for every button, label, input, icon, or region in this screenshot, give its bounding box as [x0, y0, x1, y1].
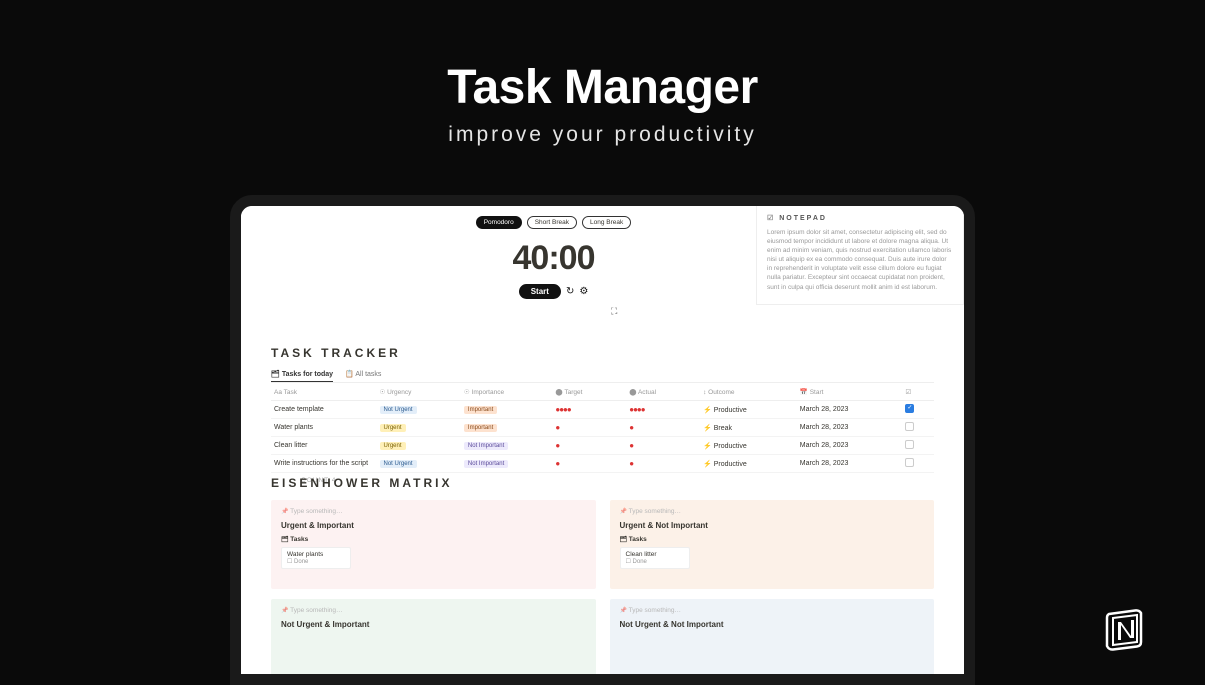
quadrant-placeholder[interactable]: Type something…: [281, 508, 586, 515]
task-tracker-section: TASK TRACKER 🗂 Tasks for today 📋 All tas…: [271, 346, 934, 484]
quadrant-placeholder[interactable]: Type something…: [620, 508, 925, 515]
cell-task[interactable]: Water plants: [271, 419, 377, 437]
urgency-pill[interactable]: Not Urgent: [380, 460, 417, 468]
cell-actual[interactable]: ●: [626, 419, 700, 437]
col-target[interactable]: ⬤ Target: [552, 384, 626, 401]
table-row[interactable]: Water plantsUrgentImportant●●⚡ BreakMarc…: [271, 419, 934, 437]
tracker-title: TASK TRACKER: [271, 346, 934, 360]
page-subtitle: improve your productivity: [0, 123, 1205, 147]
done-checkbox[interactable]: [905, 404, 914, 413]
cell-outcome[interactable]: ⚡ Break: [700, 419, 797, 437]
urgency-pill[interactable]: Not Urgent: [380, 406, 417, 414]
reset-icon[interactable]: ↻: [566, 286, 574, 297]
cell-actual[interactable]: ●: [626, 455, 700, 473]
cell-task[interactable]: Clean litter: [271, 437, 377, 455]
quadrant-title: Not Urgent & Important: [281, 620, 586, 629]
expand-icon[interactable]: ⛶: [611, 306, 617, 317]
done-checkbox[interactable]: [905, 458, 914, 467]
gear-icon[interactable]: ⚙: [579, 286, 588, 297]
col-importance[interactable]: ☉ Importance: [461, 384, 552, 401]
cell-task[interactable]: Create template: [271, 401, 377, 419]
quadrant-tasks-label[interactable]: Tasks: [281, 536, 586, 543]
eisenhower-quadrant[interactable]: Type something… Not Urgent & Important: [271, 599, 596, 679]
cell-outcome[interactable]: ⚡ Productive: [700, 455, 797, 473]
importance-pill[interactable]: Important: [464, 406, 497, 414]
quadrant-title: Urgent & Not Important: [620, 521, 925, 530]
card-done-label[interactable]: Done: [287, 558, 345, 565]
urgency-pill[interactable]: Urgent: [380, 442, 406, 450]
importance-pill[interactable]: Not Important: [464, 442, 508, 450]
cell-target[interactable]: ●●●●: [552, 401, 626, 419]
eisenhower-quadrant[interactable]: Type something… Urgent & Important Tasks Wa…: [271, 500, 596, 589]
task-card[interactable]: Clean litterDone: [620, 547, 690, 569]
quadrant-title: Not Urgent & Not Important: [620, 620, 925, 629]
importance-pill[interactable]: Not Important: [464, 460, 508, 468]
mode-pomodoro[interactable]: Pomodoro: [476, 216, 522, 229]
col-start[interactable]: 📅 Start: [797, 384, 903, 401]
cell-outcome[interactable]: ⚡ Productive: [700, 401, 797, 419]
table-row[interactable]: Write instructions for the scriptNot Urg…: [271, 455, 934, 473]
quadrant-placeholder[interactable]: Type something…: [620, 607, 925, 614]
cell-start[interactable]: March 28, 2023: [797, 455, 903, 473]
tab-all-tasks[interactable]: 📋 All tasks: [345, 370, 381, 382]
eisenhower-section: EISENHOWER MATRIX Type something… Urgent …: [271, 476, 934, 679]
importance-pill[interactable]: Important: [464, 424, 497, 432]
mode-long-break[interactable]: Long Break: [582, 216, 631, 229]
cell-target[interactable]: ●: [552, 419, 626, 437]
start-button[interactable]: Start: [519, 284, 561, 299]
pomodoro-modes: Pomodoro Short Break Long Break: [436, 216, 671, 229]
device-frame: Pomodoro Short Break Long Break 40:00 St…: [230, 195, 975, 685]
tab-tasks-today[interactable]: 🗂 Tasks for today: [271, 370, 333, 382]
mode-short-break[interactable]: Short Break: [527, 216, 577, 229]
table-row[interactable]: Clean litterUrgentNot Important●●⚡ Produ…: [271, 437, 934, 455]
cell-outcome[interactable]: ⚡ Productive: [700, 437, 797, 455]
cell-task[interactable]: Write instructions for the script: [271, 455, 377, 473]
cell-actual[interactable]: ●: [626, 437, 700, 455]
notion-logo-icon: [1100, 603, 1150, 653]
cell-target[interactable]: ●: [552, 437, 626, 455]
col-outcome[interactable]: ↕ Outcome: [700, 384, 797, 401]
col-task[interactable]: Aa Task: [271, 384, 377, 401]
task-table: Aa Task ☉ Urgency ☉ Importance ⬤ Target …: [271, 384, 934, 473]
cell-start[interactable]: March 28, 2023: [797, 401, 903, 419]
notepad-header: NOTEPAD: [767, 214, 953, 222]
page-title: Task Manager: [0, 60, 1205, 115]
pomodoro-widget: Pomodoro Short Break Long Break 40:00 St…: [436, 216, 671, 299]
cell-target[interactable]: ●: [552, 455, 626, 473]
col-done[interactable]: ☑: [902, 384, 934, 401]
cell-start[interactable]: March 28, 2023: [797, 437, 903, 455]
done-checkbox[interactable]: [905, 440, 914, 449]
eisenhower-title: EISENHOWER MATRIX: [271, 476, 934, 490]
cell-start[interactable]: March 28, 2023: [797, 419, 903, 437]
notepad-body[interactable]: Lorem ipsum dolor sit amet, consectetur …: [767, 228, 953, 292]
eisenhower-quadrant[interactable]: Type something… Not Urgent & Not Importan…: [610, 599, 935, 679]
urgency-pill[interactable]: Urgent: [380, 424, 406, 432]
col-actual[interactable]: ⬤ Actual: [626, 384, 700, 401]
timer-display: 40:00: [436, 239, 671, 278]
card-done-label[interactable]: Done: [626, 558, 684, 565]
col-urgency[interactable]: ☉ Urgency: [377, 384, 461, 401]
table-row[interactable]: Create templateNot Urgent Important ●●●●●●…: [271, 401, 934, 419]
quadrant-placeholder[interactable]: Type something…: [281, 607, 586, 614]
eisenhower-quadrant[interactable]: Type something… Urgent & Not Important Tas…: [610, 500, 935, 589]
quadrant-tasks-label[interactable]: Tasks: [620, 536, 925, 543]
task-card[interactable]: Water plantsDone: [281, 547, 351, 569]
done-checkbox[interactable]: [905, 422, 914, 431]
cell-actual[interactable]: ●●●●: [626, 401, 700, 419]
notepad-panel: NOTEPAD Lorem ipsum dolor sit amet, cons…: [756, 206, 964, 305]
quadrant-title: Urgent & Important: [281, 521, 586, 530]
